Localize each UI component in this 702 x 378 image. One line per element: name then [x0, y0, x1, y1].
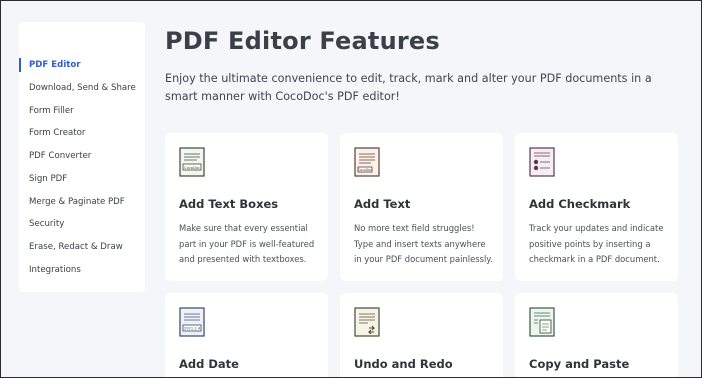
- svg-text:CocoDoc: CocoDoc: [184, 166, 200, 170]
- sidebar-item-security[interactable]: Security: [19, 215, 145, 233]
- card-title: Add Text Boxes: [179, 197, 279, 211]
- sidebar-item-sign-pdf[interactable]: Sign PDF: [19, 170, 145, 188]
- feature-card-undo-redo[interactable]: Undo and Redo: [340, 293, 503, 377]
- card-title: Add Text: [354, 197, 411, 211]
- feature-card-copy-paste[interactable]: Copy and Paste: [515, 293, 678, 377]
- copy-paste-document-icon: [529, 307, 555, 337]
- page-description: Enjoy the ultimate convenience to edit, …: [165, 72, 652, 103]
- text-document-icon: CocoDoc: [354, 147, 380, 177]
- card-title: Add Date: [179, 357, 239, 371]
- sidebar-item-pdf-converter[interactable]: PDF Converter: [19, 147, 145, 165]
- feature-card-add-date[interactable]: 2021.1.4 Add Date: [165, 293, 328, 377]
- card-title: Undo and Redo: [354, 357, 453, 371]
- sidebar-item-form-filler[interactable]: Form Filler: [19, 102, 145, 120]
- sidebar-item-merge-paginate[interactable]: Merge & Paginate PDF: [19, 193, 145, 211]
- text-box-document-icon: CocoDoc: [179, 147, 205, 177]
- sidebar-item-integrations[interactable]: Integrations: [19, 261, 145, 279]
- svg-text:CocoDoc: CocoDoc: [358, 168, 372, 172]
- feature-card-add-text-boxes[interactable]: CocoDoc Add Text Boxes Make sure that ev…: [165, 133, 328, 281]
- sidebar-item-form-creator[interactable]: Form Creator: [19, 124, 145, 142]
- page-frame: PDF Editor Download, Send & Share Form F…: [0, 0, 702, 378]
- sidebar-item-pdf-editor[interactable]: PDF Editor: [19, 56, 145, 74]
- date-document-icon: 2021.1.4: [179, 307, 205, 337]
- svg-text:2021.1.4: 2021.1.4: [184, 327, 201, 331]
- card-title: Add Checkmark: [529, 197, 631, 211]
- card-description: Track your updates and indicate positive…: [529, 223, 664, 264]
- checkmark-document-icon: [529, 147, 555, 177]
- card-title: Copy and Paste: [529, 357, 630, 371]
- sidebar-nav: PDF Editor Download, Send & Share Form F…: [19, 22, 145, 292]
- card-description: No more text field struggles! Type and i…: [354, 223, 493, 264]
- page-title: PDF Editor Features: [165, 27, 440, 55]
- feature-card-add-checkmark[interactable]: Add Checkmark Track your updates and ind…: [515, 133, 678, 281]
- sidebar-item-download-send-share[interactable]: Download, Send & Share: [19, 79, 145, 97]
- undo-redo-document-icon: [354, 307, 380, 337]
- card-description: Make sure that every essential part in y…: [179, 223, 315, 264]
- sidebar-item-erase-redact-draw[interactable]: Erase, Redact & Draw: [19, 238, 145, 256]
- feature-card-add-text[interactable]: CocoDoc Add Text No more text field stru…: [340, 133, 503, 281]
